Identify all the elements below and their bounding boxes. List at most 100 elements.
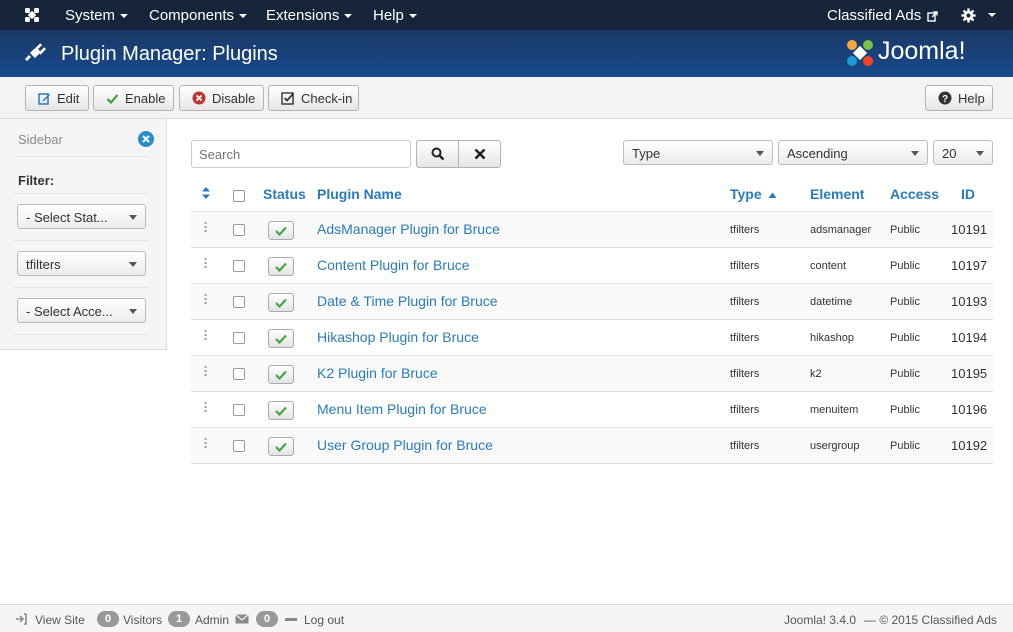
plugin-access: Public [890, 368, 920, 380]
direction-value: Ascending [787, 146, 848, 161]
status-filter-select[interactable]: - Select Stat... [17, 204, 146, 229]
menu-system-label: System [65, 7, 116, 24]
column-element[interactable]: Element [810, 186, 864, 202]
chevron-down-icon [911, 151, 919, 156]
plugin-id: 10191 [951, 222, 988, 237]
menu-components[interactable]: Components [149, 7, 248, 24]
drag-handle-icon[interactable] [204, 221, 207, 233]
enable-button[interactable]: Enable [93, 85, 174, 111]
sort-icon[interactable] [201, 186, 211, 200]
search-input[interactable] [191, 140, 411, 168]
plug-icon [25, 43, 47, 61]
order-by-select[interactable]: Type [623, 140, 773, 165]
divider [14, 240, 150, 241]
minus-icon [285, 618, 297, 621]
plugin-element: datetime [810, 296, 853, 308]
drag-handle-icon[interactable] [204, 329, 207, 341]
status-toggle-button[interactable] [268, 221, 294, 240]
status-toggle-button[interactable] [268, 401, 294, 420]
type-filter-select[interactable]: tfilters [17, 251, 146, 276]
column-plugin-name[interactable]: Plugin Name [317, 186, 402, 202]
checkbox-checked-icon [281, 91, 295, 105]
menu-help[interactable]: Help [373, 7, 417, 24]
joomla-logo: Joomla! [845, 36, 995, 70]
column-id[interactable]: ID [961, 186, 975, 202]
search-button[interactable] [416, 140, 459, 168]
row-checkbox[interactable] [233, 368, 245, 380]
plugin-access: Public [890, 440, 920, 452]
plugin-id: 10195 [951, 366, 988, 381]
row-checkbox[interactable] [233, 440, 245, 452]
check-icon [275, 442, 287, 452]
chevron-down-icon [129, 262, 137, 267]
status-toggle-button[interactable] [268, 257, 294, 276]
status-toggle-button[interactable] [268, 437, 294, 456]
plugin-name-link[interactable]: Date & Time Plugin for Bruce [317, 293, 498, 309]
close-icon [474, 148, 485, 160]
menu-extensions[interactable]: Extensions [266, 7, 353, 24]
question-circle-icon: ? [938, 91, 952, 105]
chevron-down-icon [129, 215, 137, 220]
row-checkbox[interactable] [233, 296, 245, 308]
close-icon[interactable] [138, 131, 154, 147]
page-title: Plugin Manager: Plugins [61, 43, 278, 65]
plugin-id: 10197 [951, 258, 988, 273]
order-by-value: Type [632, 146, 661, 161]
column-access[interactable]: Access [890, 186, 939, 202]
table-row: Menu Item Plugin for Bruce tfilters menu… [191, 392, 993, 428]
row-checkbox[interactable] [233, 224, 245, 236]
plugin-name-link[interactable]: Menu Item Plugin for Bruce [317, 401, 487, 417]
column-type[interactable]: Type [730, 186, 777, 202]
plugin-name-link[interactable]: Hikashop Plugin for Bruce [317, 329, 479, 345]
edit-button[interactable]: Edit [25, 85, 89, 111]
status-bar: View Site 0 Visitors 1 Admin 0 Log out J… [0, 604, 1013, 632]
table-row: Hikashop Plugin for Bruce tfilters hikas… [191, 320, 993, 356]
logout-link[interactable]: Log out [304, 613, 344, 627]
top-navbar: System Components Extensions Help Classi… [0, 0, 1013, 30]
row-checkbox[interactable] [233, 260, 245, 272]
direction-select[interactable]: Ascending [778, 140, 928, 165]
plugin-name-link[interactable]: AdsManager Plugin for Bruce [317, 221, 500, 237]
drag-handle-icon[interactable] [204, 401, 207, 413]
user-menu[interactable] [961, 6, 997, 23]
plugin-name-link[interactable]: Content Plugin for Bruce [317, 257, 470, 273]
plugin-name-link[interactable]: K2 Plugin for Bruce [317, 365, 438, 381]
drag-handle-icon[interactable] [204, 437, 207, 449]
drag-handle-icon[interactable] [204, 365, 207, 377]
messages-count-badge[interactable]: 0 [256, 611, 278, 627]
clear-search-button[interactable] [458, 140, 501, 168]
svg-text:?: ? [942, 94, 948, 105]
access-filter-select[interactable]: - Select Acce... [17, 298, 146, 323]
menu-system[interactable]: System [65, 7, 129, 24]
status-toggle-button[interactable] [268, 293, 294, 312]
check-icon [106, 92, 119, 105]
joomla-brand-text: Joomla! [878, 37, 966, 65]
drag-handle-icon[interactable] [204, 257, 207, 269]
disable-button[interactable]: Disable [179, 85, 264, 111]
view-site-link[interactable]: View Site [35, 613, 85, 627]
limit-select[interactable]: 20 [933, 140, 993, 165]
checkin-button[interactable]: Check-in [268, 85, 359, 111]
select-all-checkbox[interactable] [233, 190, 245, 202]
disable-button-label: Disable [212, 90, 256, 106]
drag-handle-icon[interactable] [204, 293, 207, 305]
plugin-element: usergroup [810, 440, 860, 452]
column-status[interactable]: Status [263, 186, 306, 202]
joomla-logo-icon [847, 40, 873, 66]
check-icon [275, 298, 287, 308]
visitors-count-badge: 0 [97, 611, 119, 627]
plugin-id: 10196 [951, 402, 988, 417]
help-button[interactable]: ? Help [925, 85, 993, 111]
site-link[interactable]: Classified Ads [827, 7, 939, 24]
row-checkbox[interactable] [233, 404, 245, 416]
checkin-button-label: Check-in [301, 90, 353, 106]
plugin-type: tfilters [730, 260, 760, 272]
status-toggle-button[interactable] [268, 329, 294, 348]
status-toggle-button[interactable] [268, 365, 294, 384]
table-row: User Group Plugin for Bruce tfilters use… [191, 428, 993, 464]
divider [14, 334, 150, 335]
plugin-id: 10192 [951, 438, 988, 453]
plugin-name-link[interactable]: User Group Plugin for Bruce [317, 437, 493, 453]
row-checkbox[interactable] [233, 332, 245, 344]
joomla-icon[interactable] [22, 5, 42, 25]
